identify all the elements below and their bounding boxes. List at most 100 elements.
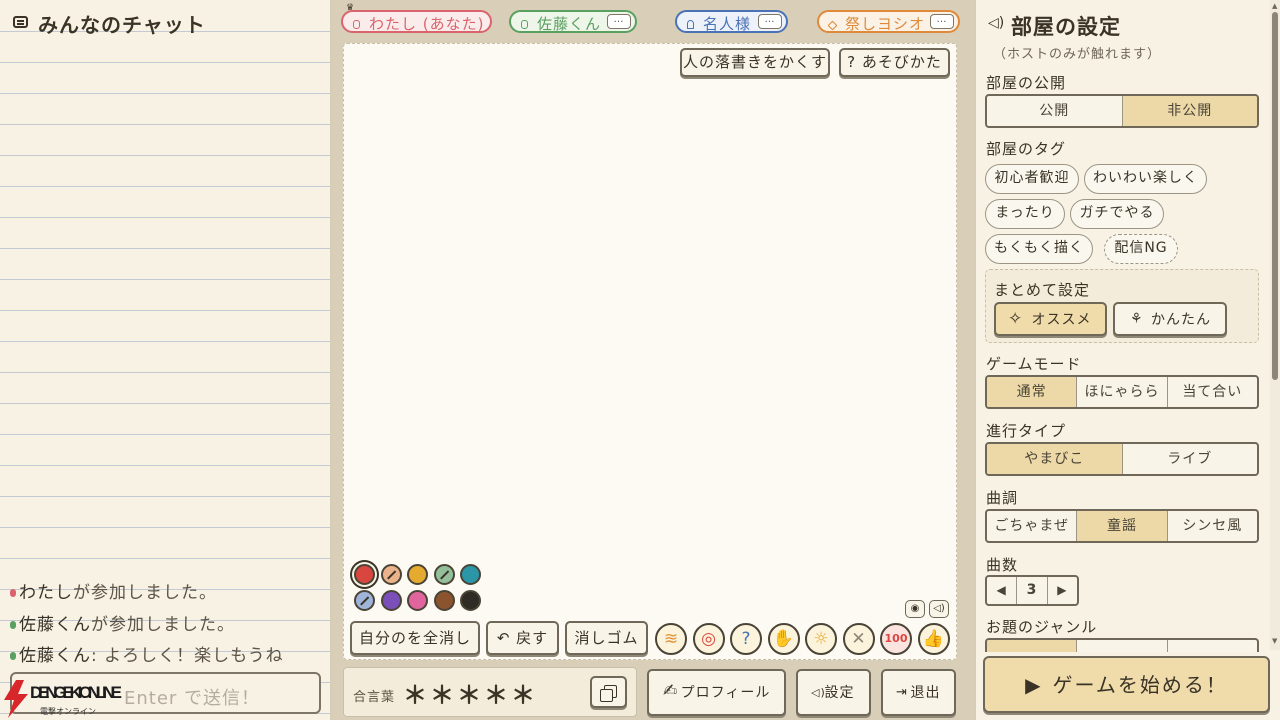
player-icon xyxy=(10,589,16,597)
player-icon xyxy=(10,621,16,629)
increment-button[interactable]: ▶ xyxy=(1048,577,1077,604)
svg-text:電撃オンライン: 電撃オンライン xyxy=(40,706,96,716)
song-count-stepper: ◀ 3 ▶ xyxy=(985,575,1079,606)
preset-easy-button[interactable]: ⚘ かんたん xyxy=(1113,302,1227,336)
player-tag-sato[interactable]: 佐藤くん… xyxy=(509,10,637,33)
room-settings-title: 部屋の設定 xyxy=(1011,15,1121,39)
genre-option[interactable] xyxy=(1077,640,1168,652)
player-tag-meijin[interactable]: 名人様… xyxy=(675,10,788,33)
lightning-icon xyxy=(4,680,28,718)
color-swatch[interactable] xyxy=(460,564,481,585)
color-swatch[interactable] xyxy=(433,564,455,585)
progress-live[interactable]: ライブ xyxy=(1123,444,1258,474)
tag-beginner[interactable]: 初心者歓迎 xyxy=(985,164,1079,194)
eraser-button[interactable]: 消しゴム xyxy=(565,621,648,655)
visibility-toggle: 公開 非公開 xyxy=(985,94,1259,128)
genre-toggle xyxy=(985,638,1259,652)
tag-relaxed[interactable]: まったり xyxy=(985,199,1065,229)
tag-quiet-drawing[interactable]: もくもく描く xyxy=(985,234,1093,264)
speaker-icon: ◁) xyxy=(988,15,1005,31)
clear-mine-button[interactable]: 自分のを全消し xyxy=(350,621,480,655)
dizzy-icon[interactable]: ✕ xyxy=(842,623,875,655)
host-only-note: （ホストのみが触れます） xyxy=(993,47,1162,62)
dengeki-online-logo: DENGEKI ONLINE 電撃オンライン xyxy=(4,680,122,718)
player-cap-icon xyxy=(687,20,694,29)
start-game-button[interactable]: ▶ ゲームを始める！ xyxy=(983,656,1270,713)
visibility-public[interactable]: 公開 xyxy=(987,96,1123,126)
color-swatch[interactable] xyxy=(407,590,428,611)
progress-echo[interactable]: やまびこ xyxy=(987,444,1123,474)
laugh-icon[interactable]: ≋ xyxy=(655,623,687,655)
player-menu-button[interactable]: … xyxy=(930,14,954,29)
settings-button[interactable]: ◁) 設定 xyxy=(796,669,871,716)
face-icon[interactable]: ◎ xyxy=(692,623,725,655)
visibility-private[interactable]: 非公開 xyxy=(1122,96,1257,126)
tune-synth[interactable]: シンセ風 xyxy=(1168,511,1257,541)
decrement-button[interactable]: ◀ xyxy=(987,577,1018,604)
scroll-thumb[interactable] xyxy=(1272,12,1278,380)
progress-type-label: 進行タイプ xyxy=(986,422,1067,440)
tag-no-stream[interactable]: 配信NG xyxy=(1104,234,1178,264)
question-icon[interactable]: ? xyxy=(730,623,762,655)
hand-icon[interactable]: ✋ xyxy=(767,623,800,655)
undo-button[interactable]: ↶ 戻す xyxy=(486,621,559,655)
color-swatch[interactable] xyxy=(380,564,402,585)
visibility-label: 部屋の公開 xyxy=(986,74,1067,92)
hundred-icon[interactable]: 100 xyxy=(880,623,912,655)
thumbs-up-icon[interactable]: 👍 xyxy=(917,623,950,655)
color-swatch[interactable] xyxy=(407,564,428,585)
chat-message: 佐藤くん: よろしく！楽しもうね xyxy=(10,641,284,666)
player-icon xyxy=(10,652,16,660)
profile-button[interactable]: ✍ プロフィール xyxy=(647,669,786,716)
scroll-down-icon[interactable]: ▼ xyxy=(1272,637,1277,645)
game-mode-honyarara[interactable]: ほにゃらら xyxy=(1077,377,1168,407)
player-bug-icon xyxy=(521,20,528,29)
genre-option[interactable] xyxy=(1168,640,1257,652)
exit-icon: ⇥ xyxy=(896,685,908,700)
tag-serious[interactable]: ガチでやる xyxy=(1070,199,1164,229)
genre-option[interactable] xyxy=(987,640,1078,652)
sprout-icon: ⚘ xyxy=(1130,311,1144,327)
chat-bubble-icon xyxy=(13,16,28,28)
howto-button[interactable]: ? あそびかた xyxy=(839,48,950,77)
color-swatch[interactable] xyxy=(460,590,481,611)
player-bug-icon xyxy=(353,20,360,29)
player-menu-button[interactable]: … xyxy=(758,14,782,29)
game-mode-normal[interactable]: 通常 xyxy=(987,377,1078,407)
tune-label: 曲調 xyxy=(986,489,1019,507)
player-diamond-icon xyxy=(827,20,838,31)
game-mode-label: ゲームモード xyxy=(986,355,1082,373)
color-swatch[interactable] xyxy=(354,564,375,585)
exit-button[interactable]: ⇥ 退出 xyxy=(881,669,956,716)
game-mode-toggle: 通常 ほにゃらら 当て合い xyxy=(985,375,1259,409)
color-swatch[interactable] xyxy=(354,590,375,611)
pen-user-icon: ✍ xyxy=(663,681,679,701)
bulb-icon[interactable]: ☼ xyxy=(805,623,837,655)
sparkle-icon: ✧ xyxy=(1008,309,1024,329)
speaker-icon[interactable]: ◁) xyxy=(929,600,949,618)
tune-nursery[interactable]: 童謡 xyxy=(1077,511,1168,541)
genre-label: お題のジャンル xyxy=(986,618,1098,636)
player-menu-button[interactable]: … xyxy=(607,14,631,29)
eye-icon[interactable]: ◉ xyxy=(905,600,925,618)
scroll-up-icon[interactable]: ▲ xyxy=(1272,2,1277,10)
preset-recommended-button[interactable]: ✧ オススメ xyxy=(994,302,1107,336)
player-tag-yoshio[interactable]: 祭しヨシオ… xyxy=(817,10,960,33)
password-value: ＊＊＊＊＊ xyxy=(403,681,538,709)
tag-fun[interactable]: わいわい楽しく xyxy=(1084,164,1207,194)
tags-label: 部屋のタグ xyxy=(986,140,1067,158)
tune-toggle: ごちゃまぜ 童謡 シンセ風 xyxy=(985,509,1259,543)
speaker-icon: ◁) xyxy=(811,686,826,699)
color-swatch[interactable] xyxy=(380,590,402,611)
chat-title: みんなのチャット xyxy=(38,13,206,37)
song-count-value: 3 xyxy=(1017,577,1048,604)
color-swatch[interactable] xyxy=(433,590,455,611)
game-mode-guess[interactable]: 当て合い xyxy=(1168,377,1257,407)
tune-mixed[interactable]: ごちゃまぜ xyxy=(987,511,1078,541)
play-icon: ▶ xyxy=(1025,673,1043,697)
copy-button[interactable] xyxy=(590,676,627,708)
hide-others-button[interactable]: 人の落書きをかくす xyxy=(680,48,830,77)
player-tag-me[interactable]: わたし (あなた) xyxy=(341,10,492,33)
chat-message: わたしが参加しました。 xyxy=(10,578,217,603)
song-count-label: 曲数 xyxy=(986,556,1019,574)
